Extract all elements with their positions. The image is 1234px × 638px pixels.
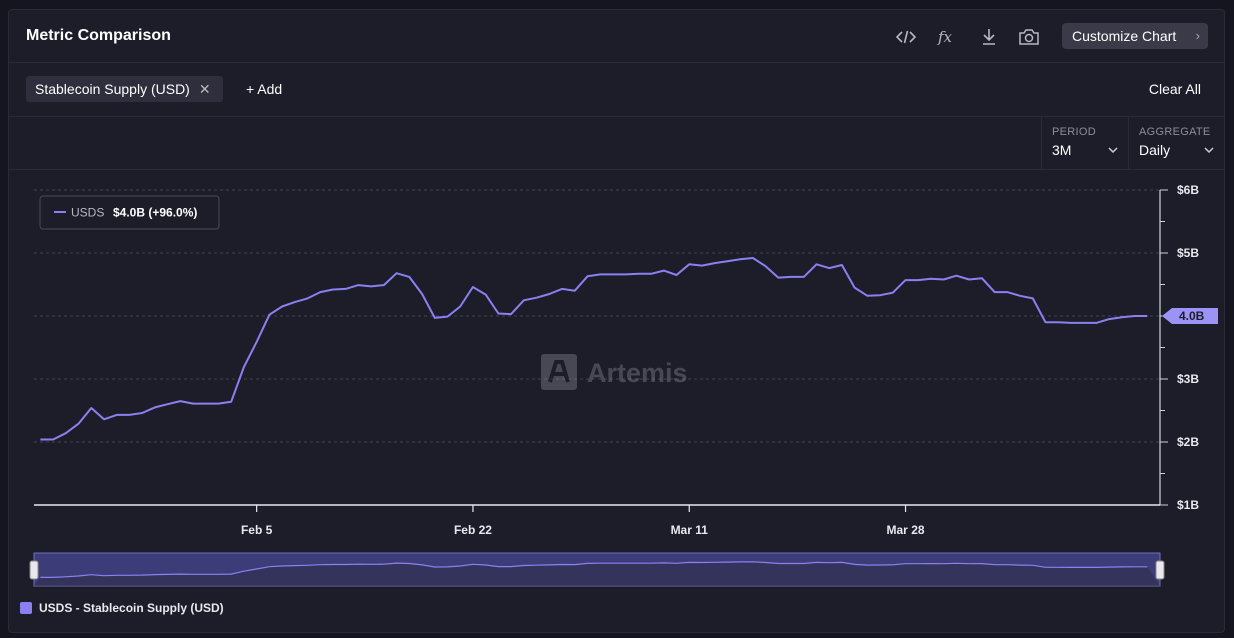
navigator-handle-left[interactable] <box>29 560 39 580</box>
tooltip-series-label: USDS <box>71 206 104 220</box>
current-value-label: 4.0B <box>1179 309 1205 323</box>
watermark: Artemis <box>541 354 688 390</box>
y-tick-label: $2B <box>1177 435 1199 449</box>
x-tick-label: Feb 22 <box>454 523 492 537</box>
x-tick-label: Mar 28 <box>887 523 925 537</box>
tooltip-value: $4.0B (+96.0%) <box>113 206 197 220</box>
x-tick-label: Mar 11 <box>671 523 709 537</box>
watermark-text: Artemis <box>587 358 688 388</box>
line-chart: $1B$2B$3B$4B$5B$6BFeb 5Feb 22Mar 11Mar 2… <box>29 183 1218 587</box>
y-tick-label: $1B <box>1177 498 1199 512</box>
x-tick-label: Feb 5 <box>241 523 273 537</box>
series-line-usds[interactable] <box>40 257 1148 441</box>
y-tick-label: $6B <box>1177 183 1199 197</box>
y-tick-label: $3B <box>1177 372 1199 386</box>
y-tick-label: $5B <box>1177 246 1199 260</box>
navigator-handle-right[interactable] <box>1155 560 1165 580</box>
